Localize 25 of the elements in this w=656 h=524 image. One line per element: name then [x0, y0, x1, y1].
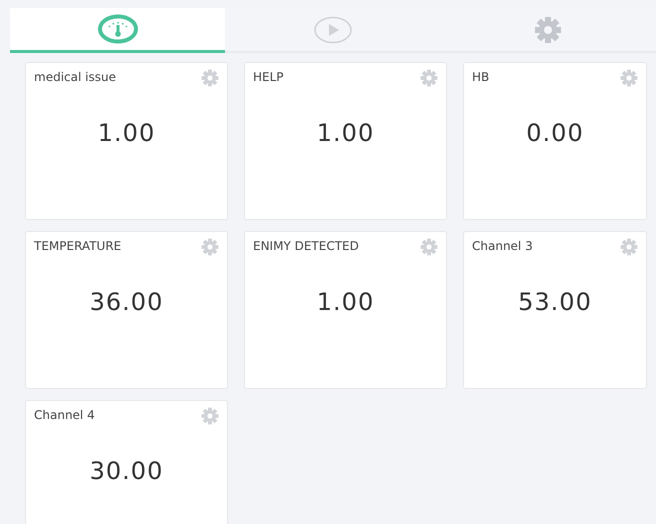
card-value: 53.00	[517, 288, 593, 316]
card-label: HB	[472, 71, 490, 84]
settings-icon[interactable]	[620, 69, 638, 87]
card-value: 36.00	[88, 288, 164, 316]
card-value: 30.00	[88, 457, 164, 485]
card-label: Channel 3	[472, 240, 533, 253]
settings-icon	[534, 16, 562, 44]
settings-icon[interactable]	[201, 69, 219, 87]
card-label: HELP	[253, 71, 284, 84]
card-label: TEMPERATURE	[34, 240, 122, 253]
card-label: Channel 4	[34, 409, 95, 422]
card-value: 1.00	[316, 119, 376, 147]
gauge-icon	[96, 14, 139, 44]
card-label: ENIMY DETECTED	[253, 240, 359, 253]
card-label: medical issue	[34, 71, 116, 84]
settings-icon[interactable]	[420, 69, 438, 87]
settings-icon[interactable]	[201, 407, 219, 425]
settings-icon[interactable]	[620, 238, 638, 256]
card-value: 0.00	[525, 119, 585, 147]
play-icon	[312, 14, 354, 44]
settings-icon[interactable]	[420, 238, 438, 256]
settings-icon[interactable]	[201, 238, 219, 256]
card-value: 1.00	[316, 288, 376, 316]
card-value: 1.00	[96, 119, 156, 147]
tab[interactable]	[10, 8, 226, 53]
